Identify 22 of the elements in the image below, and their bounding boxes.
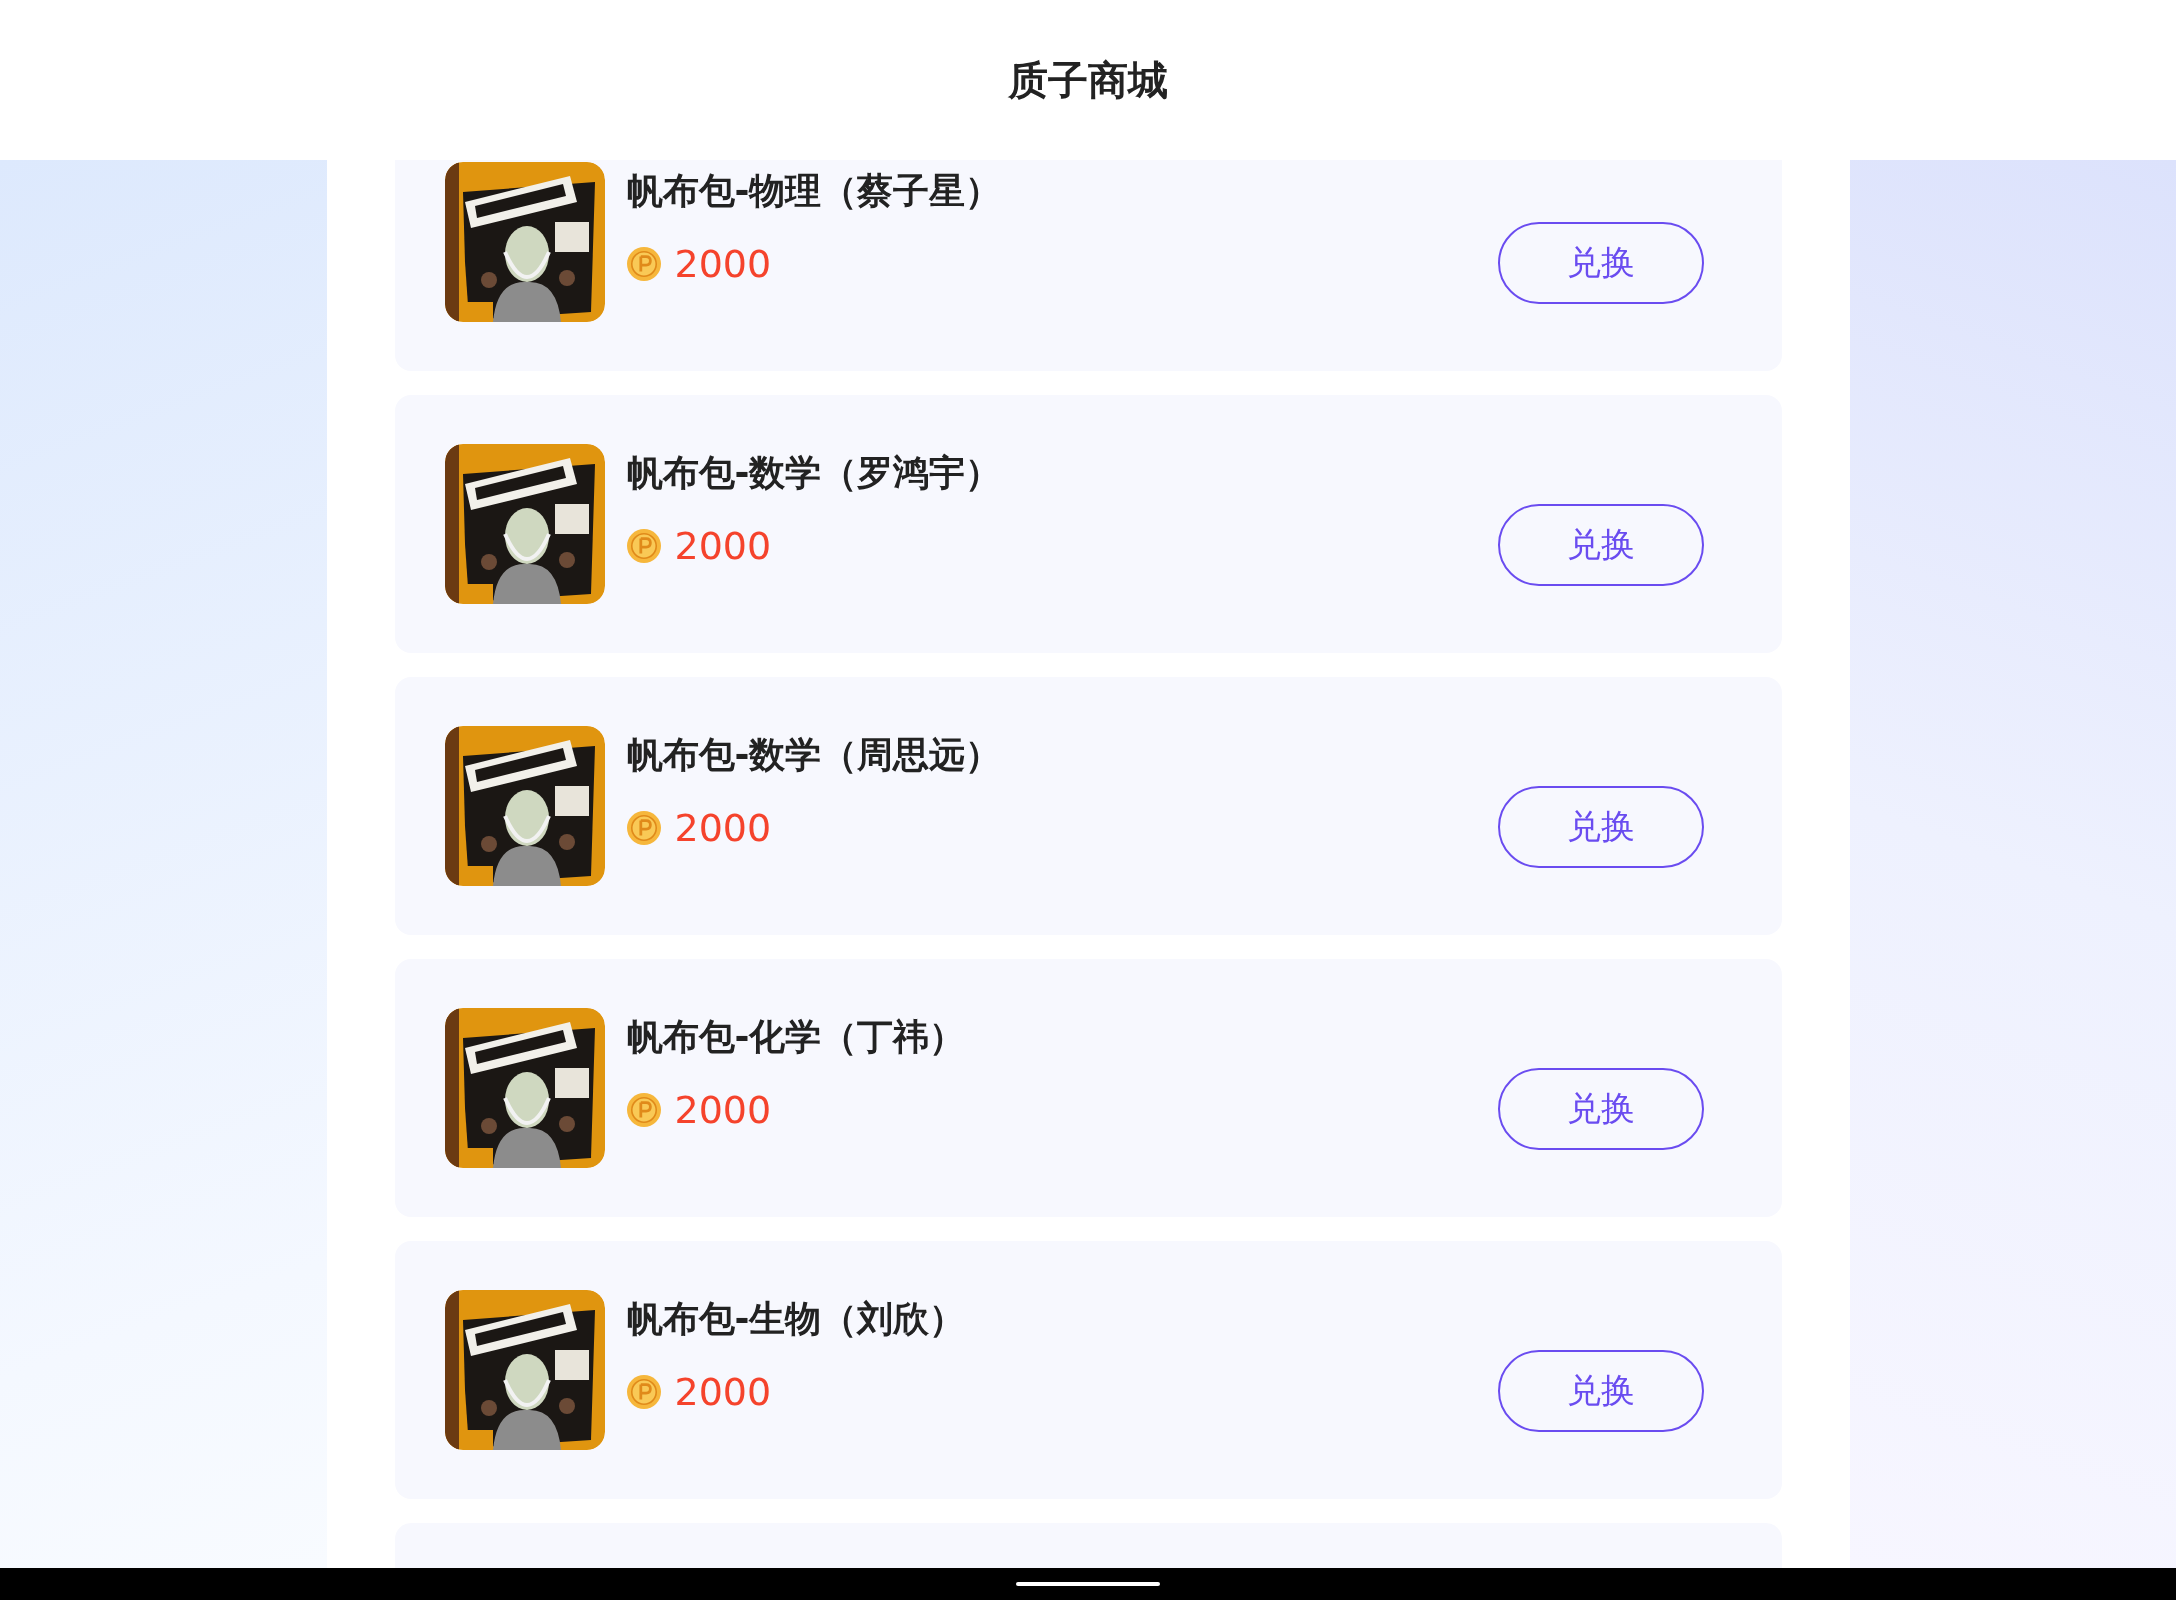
product-name: 帆布包-化学（丁祎）: [626, 1015, 967, 1059]
page-title: 质子商城: [1008, 55, 1168, 105]
coin-icon: [626, 811, 661, 845]
coin-icon: [626, 247, 661, 281]
price: 2000: [674, 806, 772, 850]
product-name: 帆布包-数学（罗鸿宇）: [626, 451, 1003, 495]
product-name: 帆布包-数学（周思远）: [626, 733, 1003, 777]
redeem-button[interactable]: 兑换: [1497, 1068, 1704, 1150]
redeem-button[interactable]: 兑换: [1497, 504, 1704, 586]
coin-icon: [626, 529, 661, 563]
redeem-button[interactable]: 兑换: [1497, 222, 1704, 304]
redeem-button[interactable]: 兑换: [1497, 786, 1704, 868]
coin-icon: [626, 1093, 661, 1127]
product-name: 帆布包-物理（蔡子星）: [626, 169, 1003, 213]
price: 2000: [674, 1370, 772, 1414]
product-name: 帆布包-生物（刘欣）: [626, 1297, 967, 1341]
price: 2000: [674, 242, 772, 286]
coin-icon: [626, 1375, 661, 1409]
redeem-button[interactable]: 兑换: [1497, 1350, 1704, 1432]
price: 2000: [674, 524, 772, 568]
price: 2000: [674, 1088, 772, 1132]
home-indicator[interactable]: [1016, 1582, 1160, 1586]
